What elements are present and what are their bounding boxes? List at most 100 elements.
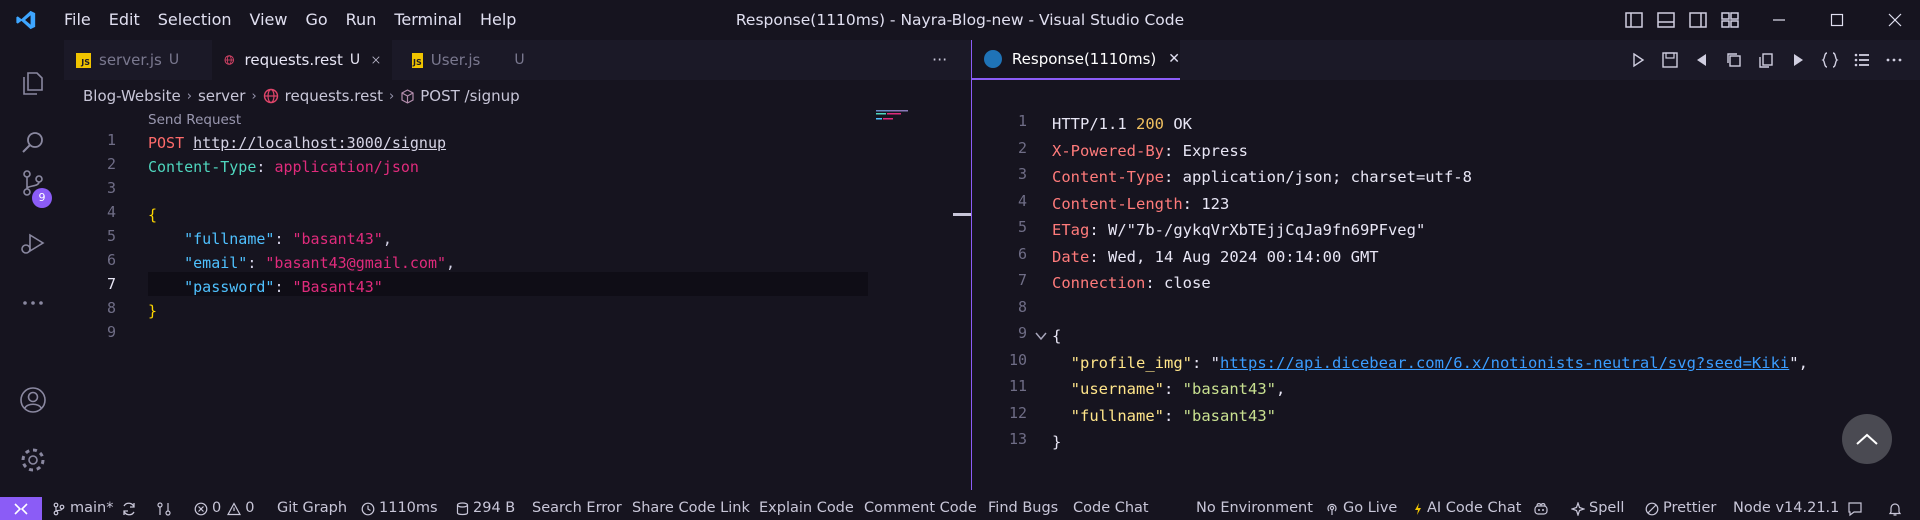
spell-label: Spell: [1589, 500, 1625, 516]
line-number: 6: [1017, 244, 1027, 263]
problems-indicator[interactable]: 0 0: [194, 497, 254, 520]
previous-change-icon[interactable]: [1693, 51, 1711, 69]
ai-code-chat-button[interactable]: AI Code Chat: [1413, 497, 1521, 520]
spell-check-button[interactable]: Spell: [1571, 497, 1624, 520]
settings-gear-icon[interactable]: [18, 445, 48, 475]
minimap[interactable]: [876, 110, 910, 122]
accounts-icon[interactable]: [18, 385, 48, 415]
menu-view[interactable]: View: [241, 0, 297, 40]
tab-status: U: [168, 52, 180, 68]
line-number: 7: [106, 275, 116, 293]
menu-bar: File Edit Selection View Go Run Terminal…: [55, 0, 525, 40]
tab-status: U: [349, 52, 361, 68]
menu-run[interactable]: Run: [337, 0, 386, 40]
code-chat-button[interactable]: Code Chat: [1073, 497, 1149, 520]
copy-icon[interactable]: [1725, 51, 1743, 69]
customize-layout-icon[interactable]: [1720, 10, 1740, 30]
find-bugs-button[interactable]: Find Bugs: [988, 497, 1058, 520]
tab-response[interactable]: Response(1110ms) ✕: [972, 40, 1180, 80]
more-views-icon[interactable]: [18, 288, 48, 318]
source-control-badge: 9: [32, 188, 52, 208]
tab-server-js[interactable]: JS server.js U: [64, 40, 204, 80]
explorer-icon[interactable]: [18, 68, 48, 98]
response-size[interactable]: 294 B: [456, 497, 515, 520]
branch-label: main*: [70, 500, 114, 516]
menu-file[interactable]: File: [55, 0, 100, 40]
line-number: 6: [106, 251, 116, 269]
response-actions: [1622, 40, 1910, 80]
line-number: 3: [106, 179, 116, 197]
send-request-codelens[interactable]: Send Request: [148, 112, 241, 128]
status-line: HTTP/1.1 200 OK: [1052, 115, 1193, 133]
copilot-button[interactable]: [1533, 497, 1553, 520]
profile-img-link[interactable]: https://api.dicebear.com/6.x/notionists-…: [1220, 354, 1789, 372]
fold-chevron-down-icon[interactable]: [1034, 329, 1048, 343]
copy-body-icon[interactable]: [1757, 51, 1775, 69]
response-header-line: Connection: close: [1052, 274, 1211, 292]
git-compare-button[interactable]: [156, 497, 176, 520]
menu-terminal[interactable]: Terminal: [385, 0, 471, 40]
breadcrumb-separator: ›: [251, 88, 257, 104]
response-header-line: Date: Wed, 14 Aug 2024 00:14:00 GMT: [1052, 247, 1379, 266]
breadcrumb-symbol[interactable]: POST /signup: [420, 87, 519, 105]
close-tab-icon[interactable]: ✕: [1168, 51, 1180, 67]
next-change-icon[interactable]: [1789, 51, 1807, 69]
explain-code-button[interactable]: Explain Code: [759, 497, 854, 520]
save-response-icon[interactable]: [1661, 51, 1679, 69]
json-open-brace: {: [148, 206, 158, 224]
tab-requests-rest[interactable]: requests.rest U: [212, 40, 392, 80]
toggle-primary-sidebar-icon[interactable]: [1624, 10, 1644, 30]
response-duration[interactable]: 1110ms: [361, 497, 438, 520]
close-window-button[interactable]: [1870, 0, 1920, 40]
request-line: POST http://localhost:3000/signup: [148, 131, 446, 155]
node-version[interactable]: Node v14.21.1: [1733, 497, 1839, 520]
javascript-file-icon: JS: [412, 52, 423, 68]
remote-indicator-button[interactable]: [0, 497, 42, 520]
http-method: POST: [148, 134, 185, 152]
feedback-button[interactable]: [1847, 497, 1867, 520]
branch-indicator[interactable]: main*: [52, 497, 113, 520]
spell-check-icon: [1571, 501, 1585, 516]
breadcrumb: Blog-Website › server › requests.rest › …: [83, 86, 520, 106]
run-debug-icon[interactable]: [18, 228, 48, 258]
toggle-panel-icon[interactable]: [1656, 10, 1676, 30]
json-braces-icon[interactable]: [1821, 51, 1839, 69]
database-icon: [456, 501, 469, 515]
more-actions-icon[interactable]: ···: [932, 50, 947, 69]
more-actions-icon[interactable]: [1885, 51, 1903, 69]
go-live-button[interactable]: Go Live: [1325, 497, 1397, 520]
json-open-brace: {: [1052, 327, 1062, 345]
list-icon[interactable]: [1853, 51, 1871, 69]
run-icon[interactable]: [1629, 51, 1647, 69]
menu-go[interactable]: Go: [296, 0, 336, 40]
feedback-icon: [1848, 501, 1862, 516]
json-password-line: "password": "Basant43": [184, 278, 383, 296]
json-email-line: "email": "basant43@gmail.com",: [184, 254, 456, 272]
git-graph-button[interactable]: Git Graph: [277, 497, 347, 520]
request-url[interactable]: http://localhost:3000/signup: [193, 134, 446, 152]
minimize-button[interactable]: [1754, 0, 1804, 40]
prettier-button[interactable]: Prettier: [1645, 497, 1716, 520]
share-code-link-button[interactable]: Share Code Link: [632, 497, 750, 520]
javascript-file-icon: JS: [76, 52, 91, 68]
breadcrumb-folder[interactable]: server: [198, 87, 245, 105]
prettier-disabled-icon: [1645, 502, 1659, 515]
scroll-to-top-button[interactable]: [1842, 414, 1892, 464]
sync-button[interactable]: [121, 497, 141, 520]
comment-code-button[interactable]: Comment Code: [864, 497, 977, 520]
toggle-secondary-sidebar-icon[interactable]: [1688, 10, 1708, 30]
breadcrumb-project[interactable]: Blog-Website: [83, 87, 181, 105]
search-icon[interactable]: [18, 128, 48, 158]
notifications-button[interactable]: [1887, 497, 1907, 520]
close-tab-icon[interactable]: [372, 54, 380, 66]
search-error-button[interactable]: Search Error: [532, 497, 622, 520]
menu-help[interactable]: Help: [471, 0, 525, 40]
environment-selector[interactable]: No Environment: [1196, 497, 1313, 520]
tab-label: requests.rest: [244, 51, 343, 69]
maximize-button[interactable]: [1812, 0, 1862, 40]
tab-user-js[interactable]: JS User.js U: [400, 40, 530, 80]
menu-selection[interactable]: Selection: [149, 0, 241, 40]
menu-edit[interactable]: Edit: [100, 0, 149, 40]
json-username-line: "username": "basant43",: [1070, 380, 1286, 398]
breadcrumb-file[interactable]: requests.rest: [285, 87, 383, 105]
